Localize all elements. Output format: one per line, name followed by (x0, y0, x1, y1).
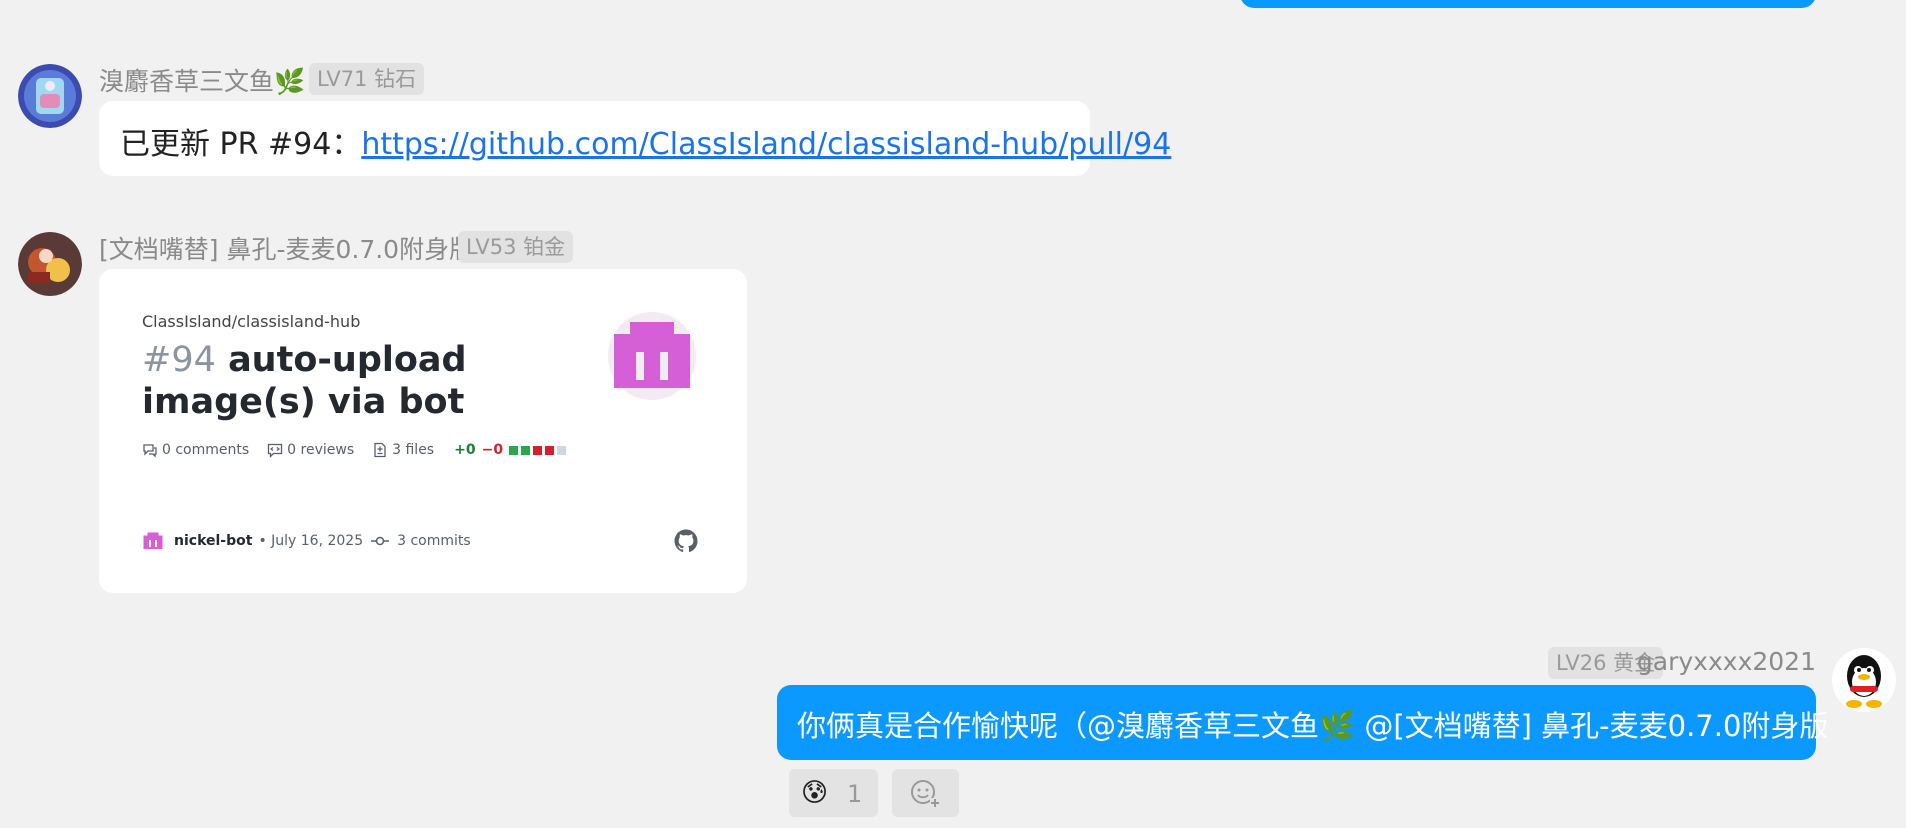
file-diff-icon (374, 442, 386, 458)
github-icon[interactable] (674, 529, 698, 553)
additions-count: +0 (454, 442, 476, 458)
bot-avatar-icon (143, 532, 163, 549)
previous-message-bubble (1240, 0, 1816, 8)
diff-stat-bar (509, 445, 567, 455)
files-count: 3 files (392, 442, 435, 458)
commits-count: 3 commits (397, 533, 471, 549)
diff-block-removed (545, 445, 555, 455)
card-stats: 0 comments 0 reviews 3 files +0 −0 (142, 442, 567, 458)
message-bubble: 你俩真是合作愉快呢（@溴麝香草三文鱼🌿 @[文档嘴替] 鼻孔-麦麦0.7.0附身… (777, 685, 1828, 760)
card-repo-name: ClassIsland/classisland-hub (142, 312, 361, 331)
reaction-emoji: 😰 (801, 778, 829, 808)
avatar[interactable] (18, 232, 82, 296)
diff-block-added (509, 445, 519, 455)
pr-author: nickel-bot (174, 533, 253, 549)
username: [文档嘴替] 鼻孔-麦麦0.7.0附身版 (99, 235, 475, 264)
avatar[interactable] (1832, 648, 1896, 712)
message-prefix: 已更新 PR #94： (120, 127, 362, 162)
diff-block-neutral (557, 445, 567, 455)
level-badge: LV53 铂金 (458, 231, 574, 263)
username: 溴麝香草三文鱼🌿 (99, 67, 306, 96)
avatar[interactable] (18, 64, 82, 128)
add-reaction-button[interactable] (892, 769, 959, 817)
message-text: 你俩真是合作愉快呢（@溴麝香草三文鱼🌿 @[文档嘴替] 鼻孔-麦麦0.7.0附身… (797, 709, 1829, 743)
reviews-count: 0 reviews (287, 442, 355, 458)
diff-block-removed (533, 445, 543, 455)
card-pr-number: #94 (142, 340, 216, 380)
review-icon (268, 443, 283, 458)
card-title: #94 auto-upload image(s) via bot (142, 339, 482, 423)
message-bubble: 已更新 PR #94：https://github.com/ClassIslan… (99, 101, 1171, 176)
commit-icon (371, 536, 390, 546)
pr-link[interactable]: https://github.com/ClassIsland/classisla… (361, 127, 1171, 162)
username: garyxxxx2021 (1636, 647, 1816, 676)
diff-block-added (521, 445, 531, 455)
deletions-count: −0 (481, 442, 504, 458)
github-pr-card[interactable]: ClassIsland/classisland-hub #94 auto-upl… (99, 269, 747, 593)
card-footer: nickel-bot • July 16, 2025 3 commits (142, 530, 471, 552)
add-reaction-icon (911, 780, 940, 808)
reaction-chip[interactable]: 😰 1 (789, 769, 878, 817)
message-text: 已更新 PR #94：https://github.com/ClassIslan… (120, 119, 1171, 163)
level-badge: LV71 钻石 (309, 63, 425, 95)
reaction-count: 1 (847, 780, 863, 808)
comments-count: 0 comments (162, 442, 250, 458)
pr-date: • July 16, 2025 (258, 533, 364, 549)
comment-icon (143, 444, 157, 458)
bot-logo (608, 312, 696, 400)
